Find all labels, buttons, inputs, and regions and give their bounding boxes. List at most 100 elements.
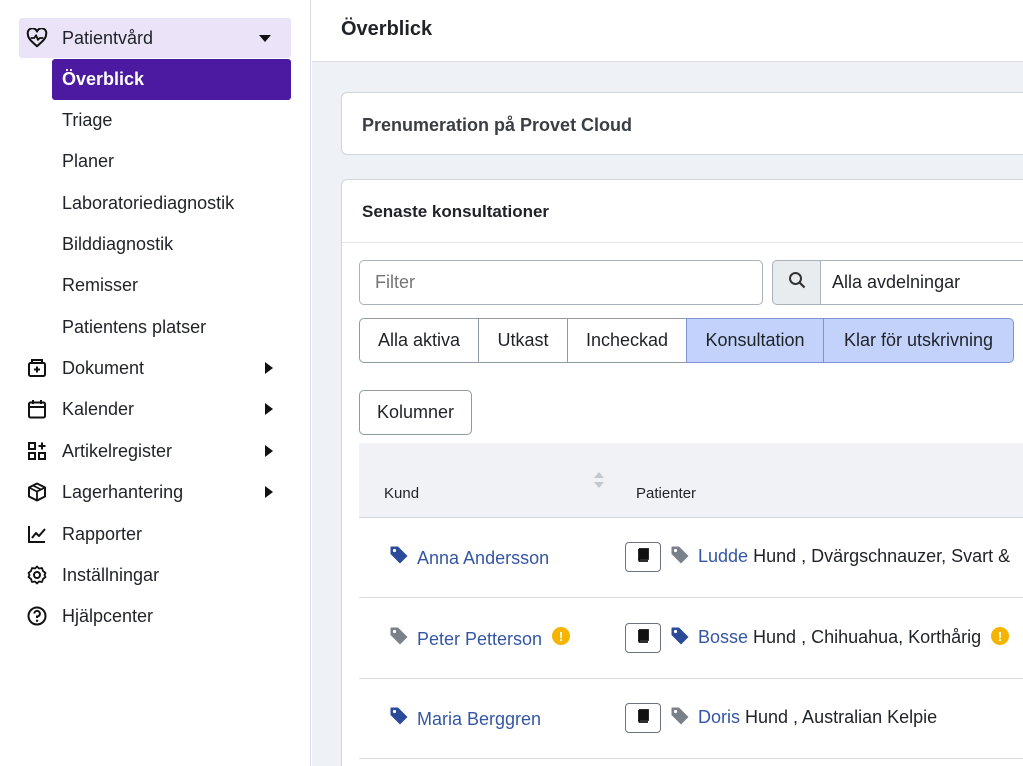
- tag-icon[interactable]: [389, 626, 409, 651]
- tab-label: Incheckad: [585, 330, 669, 350]
- table-row[interactable]: Maria Berggren Doris Hund , Australian Ke…: [359, 679, 1023, 759]
- book-icon: [636, 628, 650, 648]
- patient-info: Bosse Hund , Chihuahua, Korthårig: [698, 627, 981, 648]
- tab-klar-for-utskrivning[interactable]: Klar för utskrivning: [823, 318, 1014, 363]
- sidebar-item-label: Dokument: [62, 357, 145, 378]
- sidebar-item-lagerhantering[interactable]: Lagerhantering: [19, 472, 291, 512]
- grid-plus-icon: [25, 439, 49, 463]
- book-icon: [636, 547, 650, 567]
- sort-icon[interactable]: [593, 471, 605, 489]
- document-add-icon: [25, 356, 49, 380]
- patient-link[interactable]: Doris: [698, 707, 740, 727]
- sidebar-item-planer[interactable]: Planer: [52, 141, 291, 182]
- sidebar-item-remisser[interactable]: Remisser: [52, 265, 291, 306]
- sidebar-item-label: Planer: [62, 151, 115, 171]
- sidebar-item-laboratoriediagnostik[interactable]: Laboratoriediagnostik: [52, 183, 291, 224]
- chart-line-icon: [25, 522, 49, 546]
- sidebar-item-label: Lagerhantering: [62, 481, 184, 502]
- patient-info: Doris Hund , Australian Kelpie: [698, 707, 937, 728]
- tag-icon[interactable]: [389, 545, 409, 570]
- table-row[interactable]: Anna Andersson Ludde Hund , Dvärgschnauze…: [359, 518, 1023, 598]
- patient-link[interactable]: Ludde: [698, 546, 748, 566]
- sidebar-item-installningar[interactable]: Inställningar: [19, 555, 291, 595]
- chevron-right-icon: [265, 486, 273, 498]
- book-button[interactable]: [625, 703, 661, 733]
- sidebar-item-triage[interactable]: Triage: [52, 100, 291, 141]
- warning-icon: !: [552, 627, 570, 645]
- column-header-customer[interactable]: Kund: [384, 485, 419, 502]
- search-button[interactable]: [772, 260, 821, 305]
- table-row[interactable]: Peter Petterson! Bosse Hund , Chihuahua, …: [359, 599, 1023, 679]
- chevron-right-icon: [265, 362, 273, 374]
- sidebar-item-dokument[interactable]: Dokument: [19, 348, 291, 388]
- tab-konsultation[interactable]: Konsultation: [686, 318, 824, 363]
- tag-icon[interactable]: [670, 706, 690, 731]
- chevron-down-icon: [259, 35, 271, 42]
- tab-label: Klar för utskrivning: [843, 330, 994, 350]
- tag-icon[interactable]: [670, 626, 690, 651]
- filter-input[interactable]: [359, 260, 763, 305]
- sidebar-item-label: Inställningar: [62, 564, 160, 585]
- help-circle-icon: [25, 604, 49, 628]
- search-icon: [788, 271, 806, 294]
- sidebar-item-label: Patientens platser: [62, 317, 207, 337]
- book-icon: [636, 708, 650, 728]
- sidebar-item-label: Bilddiagnostik: [62, 234, 174, 254]
- customer-link[interactable]: Maria Berggren: [417, 709, 541, 730]
- book-button[interactable]: [625, 542, 661, 572]
- customer-link[interactable]: Anna Andersson: [417, 548, 549, 569]
- sidebar-item-label: Remisser: [62, 275, 139, 295]
- tab-incheckad[interactable]: Incheckad: [567, 318, 687, 363]
- page-title: Överblick: [341, 18, 433, 40]
- customer-link[interactable]: Peter Petterson: [417, 629, 542, 650]
- top-bar: Överblick: [312, 0, 1023, 62]
- sidebar: Patientvård Överblick Triage Planer Labo…: [0, 0, 311, 766]
- gear-icon: [25, 563, 49, 587]
- tag-icon[interactable]: [389, 706, 409, 731]
- chevron-right-icon: [265, 445, 273, 457]
- table-header: Kund Patienter: [359, 443, 1023, 518]
- patient-detail: Hund , Dvärgschnauzer, Svart &: [748, 546, 1011, 566]
- main-content: Överblick Prenumeration på Provet Cloud …: [312, 0, 1023, 766]
- heart-pulse-icon: [25, 26, 49, 50]
- sidebar-item-artikelregister[interactable]: Artikelregister: [19, 431, 291, 471]
- patient-detail: Hund , Australian Kelpie: [740, 707, 938, 727]
- tag-icon[interactable]: [670, 545, 690, 570]
- columns-button[interactable]: Kolumner: [359, 390, 472, 435]
- sidebar-item-label: Triage: [62, 110, 113, 130]
- subscription-card-title: Prenumeration på Provet Cloud: [362, 115, 633, 135]
- column-header-patients[interactable]: Patienter: [636, 485, 696, 502]
- tab-alla-aktiva[interactable]: Alla aktiva: [359, 318, 479, 363]
- calendar-icon: [25, 397, 49, 421]
- chevron-right-icon: [265, 403, 273, 415]
- sidebar-group-label: Patientvård: [62, 27, 154, 48]
- sidebar-item-label: Hjälpcenter: [62, 605, 154, 626]
- sidebar-item-label: Kalender: [62, 398, 135, 419]
- department-select-value: Alla avdelningar: [832, 272, 961, 292]
- consultations-card: Senaste konsultationer Alla avdelningar …: [341, 179, 1023, 766]
- consultations-title: Senaste konsultationer: [362, 202, 550, 221]
- sidebar-item-label: Laboratoriediagnostik: [62, 193, 235, 213]
- divider: [342, 242, 1023, 243]
- sidebar-item-label: Överblick: [62, 69, 145, 89]
- sidebar-item-overblick[interactable]: Överblick: [52, 59, 291, 100]
- subscription-card[interactable]: Prenumeration på Provet Cloud: [341, 92, 1023, 155]
- sidebar-item-patientens-platser[interactable]: Patientens platser: [52, 307, 291, 348]
- tab-label: Konsultation: [705, 330, 805, 350]
- department-select[interactable]: Alla avdelningar: [820, 260, 1023, 305]
- sidebar-item-kalender[interactable]: Kalender: [19, 389, 291, 429]
- sidebar-item-bilddiagnostik[interactable]: Bilddiagnostik: [52, 224, 291, 265]
- tab-label: Alla aktiva: [377, 330, 461, 350]
- patient-info: Ludde Hund , Dvärgschnauzer, Svart &: [698, 546, 1010, 567]
- tab-utkast[interactable]: Utkast: [478, 318, 568, 363]
- sidebar-item-rapporter[interactable]: Rapporter: [19, 514, 291, 554]
- book-button[interactable]: [625, 623, 661, 653]
- sidebar-item-hjalpcenter[interactable]: Hjälpcenter: [19, 596, 291, 636]
- sidebar-item-label: Rapporter: [62, 523, 143, 544]
- patient-detail: Hund , Chihuahua, Korthårig: [748, 627, 982, 647]
- warning-icon: !: [991, 627, 1009, 645]
- sidebar-item-label: Artikelregister: [62, 440, 173, 461]
- sidebar-group-patientvard[interactable]: Patientvård: [19, 18, 291, 58]
- tab-label: Utkast: [497, 330, 549, 350]
- patient-link[interactable]: Bosse: [698, 627, 748, 647]
